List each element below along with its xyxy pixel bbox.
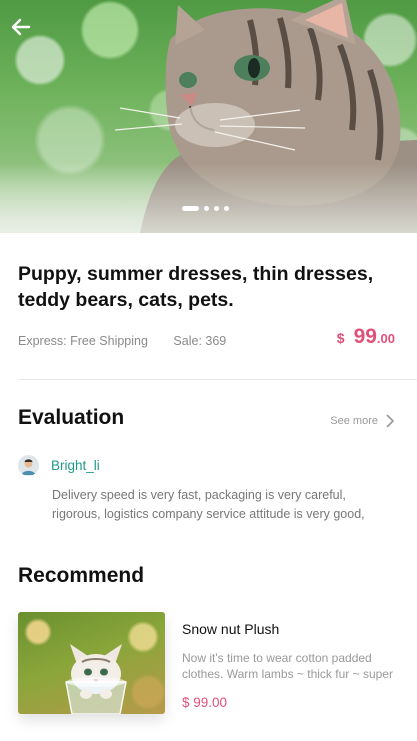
reviewer[interactable]: Bright_li	[18, 455, 100, 476]
sale-count: Sale: 369	[173, 334, 227, 348]
carousel-dot-4[interactable]	[224, 206, 229, 211]
price-decimal: .00	[376, 331, 395, 346]
recommend-card[interactable]: Snow nut Plush Now it's time to wear cot…	[18, 612, 398, 714]
recommend-heading: Recommend	[18, 564, 145, 587]
arrow-left-icon	[11, 18, 31, 36]
shipping-info: Express: Free Shipping	[18, 334, 148, 348]
reviewer-name[interactable]: Bright_li	[51, 458, 100, 473]
product-price: $ 99 .00	[337, 325, 395, 349]
user-avatar-icon	[18, 455, 39, 476]
carousel-dot-2[interactable]	[204, 206, 209, 211]
recommend-item-description: Now it's time to wear cotton padded clot…	[182, 651, 393, 681]
recommend-item-title[interactable]: Snow nut Plush	[182, 621, 279, 637]
recommend-item-price: $ 99.00	[182, 695, 228, 710]
see-more-link[interactable]: See more	[330, 414, 395, 428]
hero-fade	[0, 163, 417, 233]
kitten-in-glass-photo	[65, 644, 127, 714]
divider	[18, 379, 417, 380]
evaluation-heading: Evaluation	[18, 406, 125, 429]
carousel-indicator[interactable]	[182, 206, 229, 211]
price-currency: $	[336, 330, 345, 346]
carousel-dot-3[interactable]	[214, 206, 219, 211]
back-button[interactable]	[8, 14, 34, 40]
price-integer: 99	[353, 325, 377, 348]
avatar[interactable]	[18, 455, 39, 476]
chevron-right-icon	[386, 414, 394, 428]
see-more-label: See more	[330, 415, 378, 427]
product-meta: Express: Free Shipping Sale: 369	[18, 334, 226, 348]
review-text: Delivery speed is very fast, packaging i…	[52, 488, 365, 521]
recommend-image[interactable]	[18, 612, 165, 714]
hero-carousel[interactable]	[0, 0, 417, 233]
product-title: Puppy, summer dresses, thin dresses, ted…	[18, 263, 374, 311]
carousel-dot-1[interactable]	[182, 206, 199, 211]
